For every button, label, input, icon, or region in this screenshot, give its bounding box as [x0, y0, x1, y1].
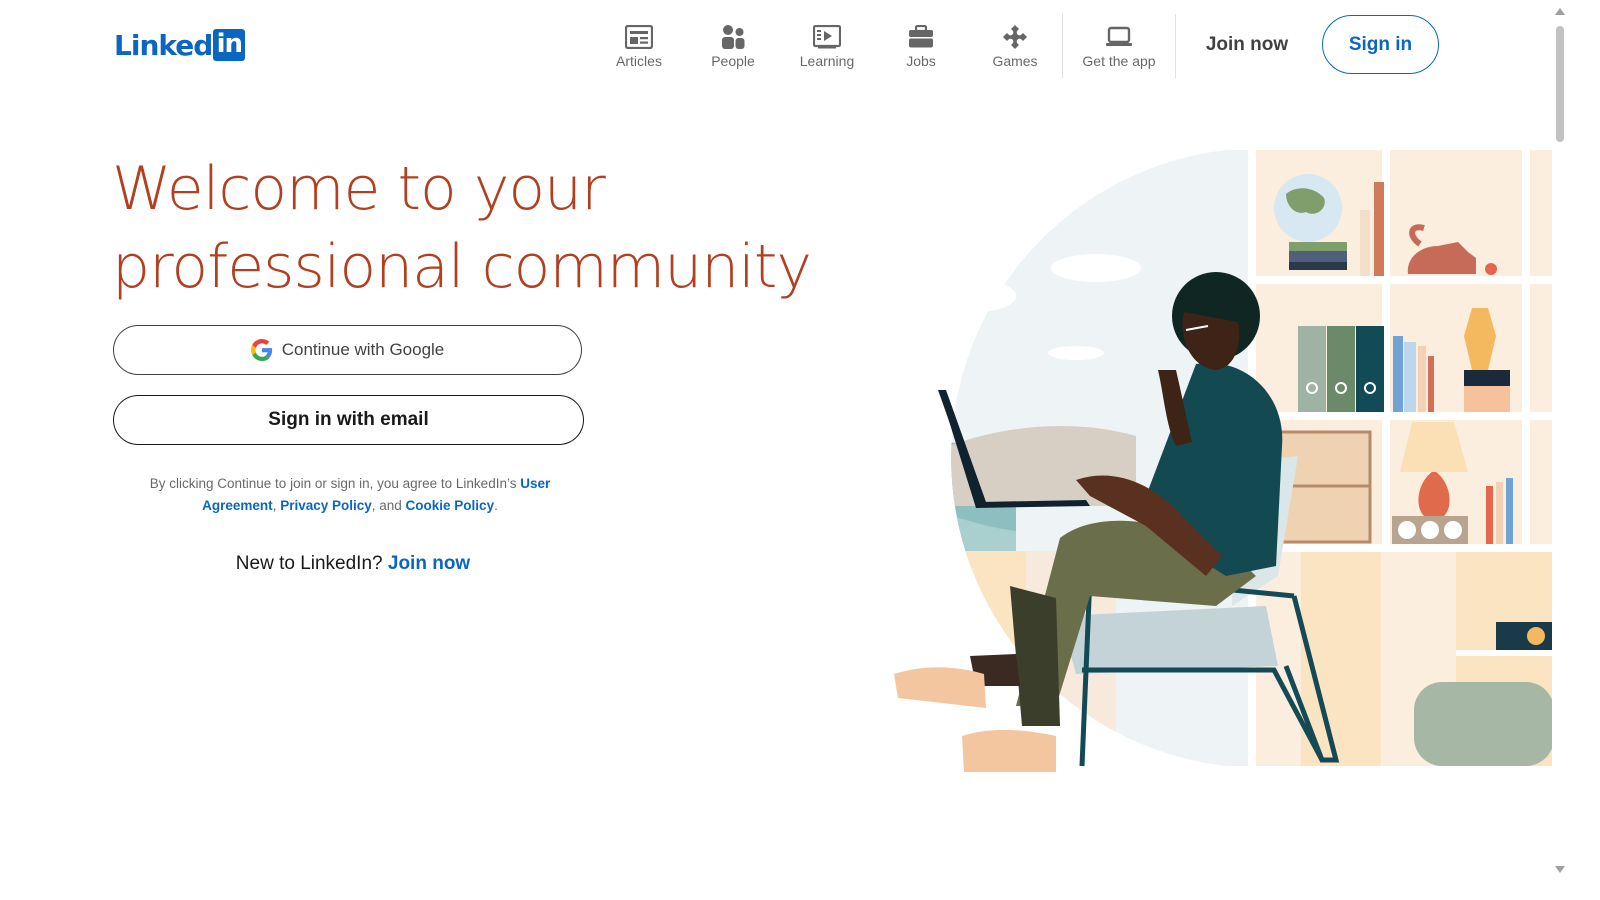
nav-item-get-the-app[interactable]: Get the app: [1063, 14, 1175, 78]
nav-divider: [1175, 14, 1176, 78]
legal-prefix: By clicking Continue to join or sign in,…: [149, 476, 521, 491]
nav-label-games: Games: [992, 53, 1038, 69]
new-to-linkedin: New to LinkedIn? Join now: [113, 553, 593, 575]
scrollbar-thumb[interactable]: [1556, 26, 1564, 142]
nav-item-learning[interactable]: Learning: [780, 14, 874, 78]
legal-end: .: [494, 498, 498, 513]
logo-wordmark: Linked: [114, 28, 213, 62]
join-now-link[interactable]: Join now: [388, 553, 470, 574]
laptop-icon: [1104, 23, 1134, 51]
nav-label-people: People: [711, 53, 755, 69]
nav-item-people[interactable]: People: [686, 14, 780, 78]
nav-label-jobs: Jobs: [906, 53, 936, 69]
nav-label-learning: Learning: [799, 53, 855, 69]
legal-separator: , and: [371, 498, 406, 513]
primary-nav: Articles People Learning Jobs Games Get …: [592, 14, 1176, 78]
nav-item-jobs[interactable]: Jobs: [874, 14, 968, 78]
headline-line-2: professional community: [112, 232, 812, 302]
cookie-policy-link[interactable]: Cookie Policy: [406, 498, 495, 513]
headline-line-1: Welcome to your: [112, 154, 606, 224]
google-icon: [250, 339, 272, 361]
new-to-linkedin-text: New to LinkedIn?: [235, 553, 388, 574]
people-icon: [718, 23, 748, 51]
logo-in-box: in: [213, 29, 246, 61]
puzzle-icon: [1000, 23, 1030, 51]
continue-with-google-button[interactable]: Continue with Google: [113, 325, 582, 375]
google-button-label: Continue with Google: [281, 340, 445, 359]
briefcase-icon: [906, 23, 936, 51]
nav-label-articles: Articles: [616, 53, 662, 69]
nav-label-get-the-app: Get the app: [1082, 53, 1156, 69]
nav-item-articles[interactable]: Articles: [592, 14, 686, 78]
top-navigation-bar: Linkedin Articles People Learning Jobs: [0, 0, 1568, 92]
articles-icon: [624, 23, 654, 51]
linkedin-logo[interactable]: Linked in: [114, 28, 246, 62]
privacy-policy-link[interactable]: Privacy Policy: [280, 498, 372, 513]
scroll-up-arrow-icon[interactable]: [1555, 8, 1565, 15]
join-now-button[interactable]: Join now: [1196, 22, 1298, 68]
scroll-down-arrow-icon[interactable]: [1555, 866, 1565, 873]
hero-illustration: [894, 150, 1552, 772]
page-scrollbar[interactable]: [1552, 0, 1568, 900]
page-headline: Welcome to your professional community: [112, 150, 812, 306]
learning-icon: [812, 23, 842, 51]
legal-disclaimer: By clicking Continue to join or sign in,…: [130, 473, 570, 517]
sign-in-button[interactable]: Sign in: [1322, 15, 1439, 74]
sign-in-with-email-button[interactable]: Sign in with email: [113, 395, 584, 445]
nav-item-games[interactable]: Games: [968, 14, 1062, 78]
